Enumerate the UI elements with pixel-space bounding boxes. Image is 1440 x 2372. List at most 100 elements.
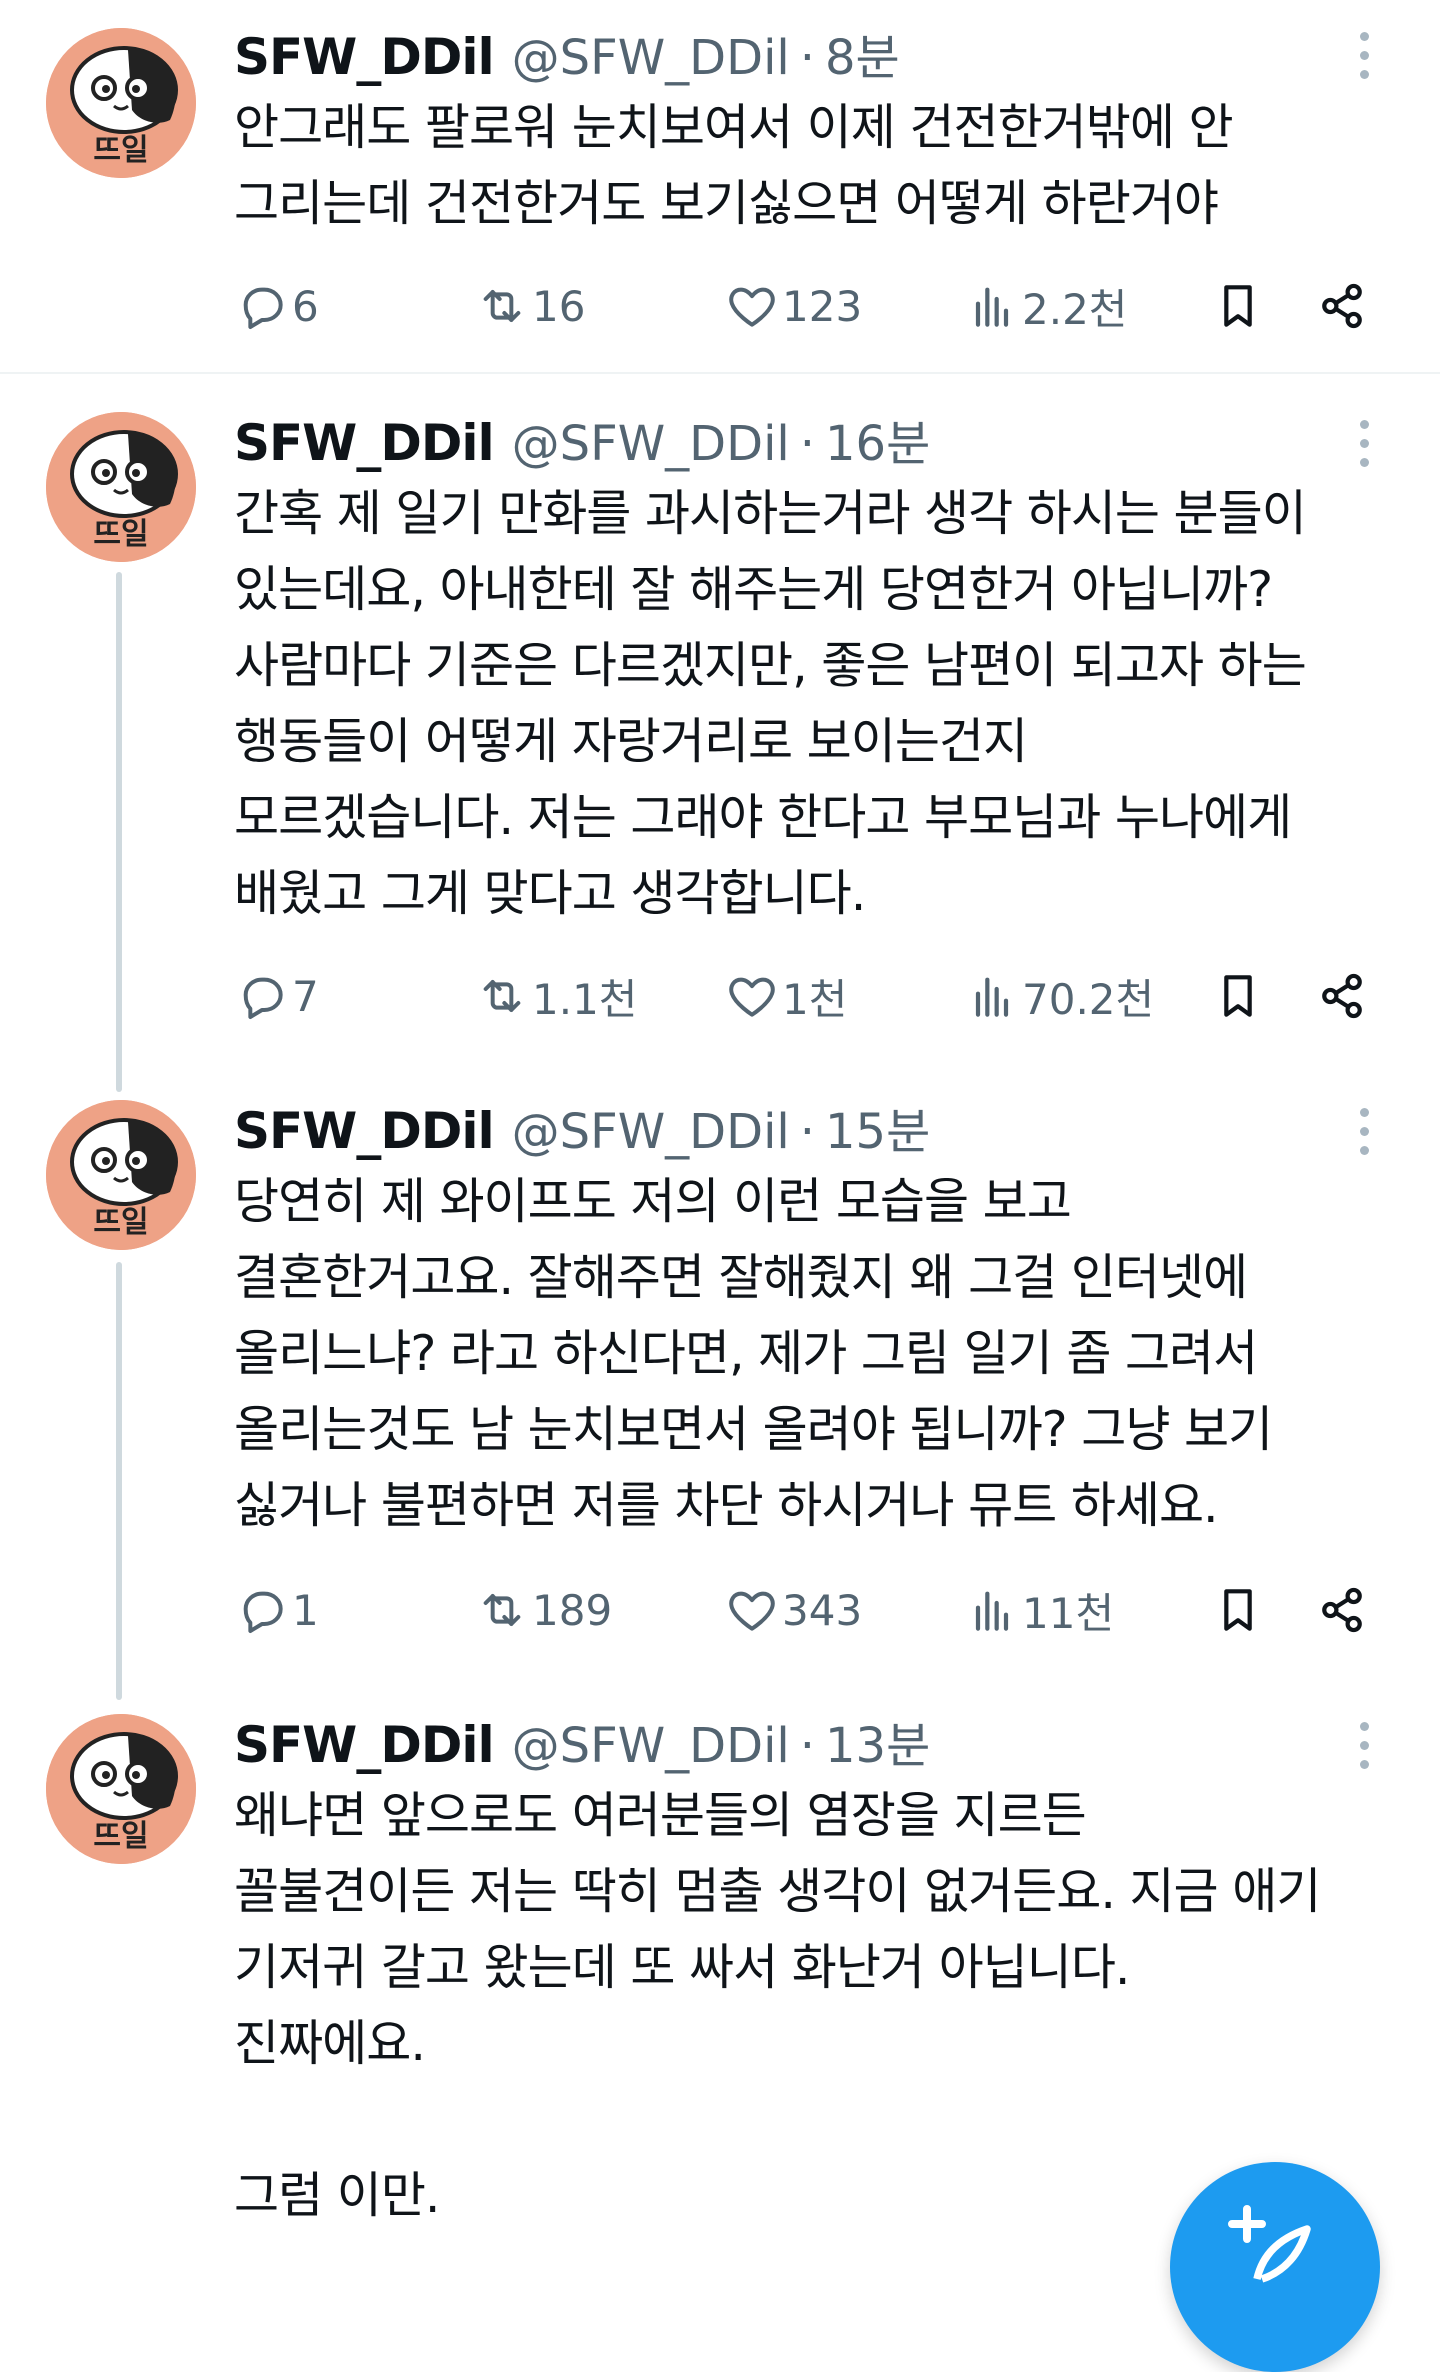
tweet-text-line: 간혹 제 일기 만화를 과시하는거라 생각 하시는 분들이 [234,485,1307,542]
user-handle[interactable]: @SFW_DDil [512,30,790,86]
like-button[interactable]: 123 [724,276,862,336]
separator-dot: · [799,1718,816,1774]
share-icon [1322,283,1362,329]
tweet-header: SFW_DDil @SFW_DDil · 15분 [234,1092,930,1160]
share-button[interactable] [1314,276,1372,336]
retweet-button[interactable]: 16 [474,276,585,336]
bookmark-button[interactable] [1210,276,1268,336]
tweet-text-line [234,2082,1404,2158]
views-count: 2.2천 [1022,284,1128,334]
tweet-text-line: 사람마다 기준은 다르겠지만, 좋은 남편이 되고자 하는 [234,637,1307,694]
retweet-icon [483,1594,521,1626]
tweet-actions: 7 1.1천 1천 70.2천 [234,966,1374,1026]
reply-count: 1 [292,1585,319,1635]
tweet-text-line: 있는데요, 아내한테 잘 해주는게 당연한거 아닙니까? [234,561,1273,618]
tweet-text-line: 올리느냐? 라고 하신다면, 제가 그림 일기 좀 그려서 [234,1325,1258,1382]
avatar[interactable]: 뜨일 [46,1100,196,1250]
separator-dot: · [799,1104,816,1160]
display-name[interactable]: SFW_DDil [234,28,495,86]
bookmark-icon [1224,975,1252,1017]
svg-text:뜨일: 뜨일 [93,1819,148,1854]
tweet-text-line: 진짜에요. [234,2015,426,2072]
tweet-text: 안그래도 팔로워 눈치보여서 이제 건전한거밖에 안 그리는데 건전한거도 보기… [234,90,1404,242]
like-button[interactable]: 1천 [724,966,847,1026]
tweet-text-line: 안그래도 팔로워 눈치보여서 이제 건전한거밖에 안 [234,99,1234,156]
tweet-actions: 6 16 123 2.2천 [234,276,1374,336]
tweet-text-line: 그리는데 건전한거도 보기싫으면 어떻게 하란거야 [234,175,1219,232]
tweet-text: 간혹 제 일기 만화를 과시하는거라 생각 하시는 분들이 있는데요, 아내한테… [234,476,1404,932]
timestamp[interactable]: 16분 [825,404,930,474]
display-name[interactable]: SFW_DDil [234,414,495,472]
reply-button[interactable]: 6 [234,276,319,336]
like-count: 1천 [782,974,848,1024]
separator-dot: · [799,416,816,472]
share-icon [1322,973,1362,1019]
retweet-icon [483,980,521,1012]
views-icon [975,287,1009,327]
like-count: 343 [782,1585,863,1635]
tweet-text: 당연히 제 와이프도 저의 이런 모습을 보고 결혼한거고요. 잘해주면 잘해줬… [234,1164,1404,1544]
timestamp[interactable]: 8분 [825,18,900,88]
display-name[interactable]: SFW_DDil [234,1716,495,1774]
avatar[interactable]: 뜨일 [46,28,196,178]
user-handle[interactable]: @SFW_DDil [512,416,790,472]
avatar[interactable]: 뜨일 [46,412,196,562]
heart-icon [729,1591,775,1631]
views-count: 70.2천 [1022,974,1155,1024]
retweet-count: 1.1천 [532,974,638,1024]
bookmark-icon [1224,285,1252,327]
user-handle[interactable]: @SFW_DDil [512,1718,790,1774]
thread-line [116,1262,122,1700]
heart-icon [729,977,775,1017]
avatar[interactable]: 뜨일 [46,1714,196,1864]
avatar-image: 뜨일 [46,28,196,178]
views-button[interactable]: 2.2천 [964,276,1127,336]
tweet-text-line: 올리는것도 남 눈치보면서 올려야 됩니까? 그냥 보기 [234,1401,1273,1458]
heart-icon [729,287,775,327]
like-button[interactable]: 343 [724,1580,862,1640]
bookmark-button[interactable] [1210,1580,1268,1640]
compose-button[interactable] [1170,2162,1380,2372]
tweet-text: 왜냐면 앞으로도 여러분들의 염장을 지르든 꼴불견이든 저는 딱히 멈출 생각… [234,1778,1404,2234]
tweet-text-line: 꼴불견이든 저는 딱히 멈출 생각이 없거든요. 지금 애기 [234,1863,1321,1920]
share-button[interactable] [1314,1580,1372,1640]
reply-icon [243,977,283,1019]
timestamp[interactable]: 15분 [825,1092,930,1162]
views-button[interactable]: 11천 [964,1580,1114,1640]
divider [0,372,1440,374]
more-icon[interactable] [1356,32,1372,89]
svg-text:뜨일: 뜨일 [93,133,148,168]
more-icon[interactable] [1356,1722,1372,1779]
retweet-count: 16 [532,281,586,331]
like-count: 123 [782,281,863,331]
tweet-text-line: 결혼한거고요. 잘해주면 잘해줬지 왜 그걸 인터넷에 [234,1249,1248,1306]
tweet-header: SFW_DDil @SFW_DDil · 8분 [234,18,900,86]
timestamp[interactable]: 13분 [825,1706,930,1776]
tweet-header: SFW_DDil @SFW_DDil · 16분 [234,404,930,472]
display-name[interactable]: SFW_DDil [234,1102,495,1160]
views-icon [975,1591,1009,1631]
tweet-text-line: 싫거나 불편하면 저를 차단 하시거나 뮤트 하세요. [234,1477,1219,1534]
bookmark-button[interactable] [1210,966,1268,1026]
more-icon[interactable] [1356,420,1372,477]
retweet-button[interactable]: 1.1천 [474,966,637,1026]
retweet-count: 189 [532,1585,613,1635]
tweet-text-line: 행동들이 어떻게 자랑거리로 보이는건지 [234,713,1028,770]
share-button[interactable] [1314,966,1372,1026]
tweet-header: SFW_DDil @SFW_DDil · 13분 [234,1706,930,1774]
retweet-button[interactable]: 189 [474,1580,612,1640]
tweet-actions: 1 189 343 11천 [234,1580,1374,1640]
reply-count: 7 [292,971,319,1021]
retweet-icon [483,290,521,322]
more-icon[interactable] [1356,1108,1372,1165]
reply-count: 6 [292,281,319,331]
reply-icon [243,287,283,329]
user-handle[interactable]: @SFW_DDil [512,1104,790,1160]
svg-text:뜨일: 뜨일 [93,1205,148,1240]
svg-text:뜨일: 뜨일 [93,517,148,552]
views-icon [975,977,1009,1017]
reply-button[interactable]: 7 [234,966,319,1026]
compose-icon [1228,2205,1311,2283]
views-button[interactable]: 70.2천 [964,966,1154,1026]
reply-button[interactable]: 1 [234,1580,319,1640]
